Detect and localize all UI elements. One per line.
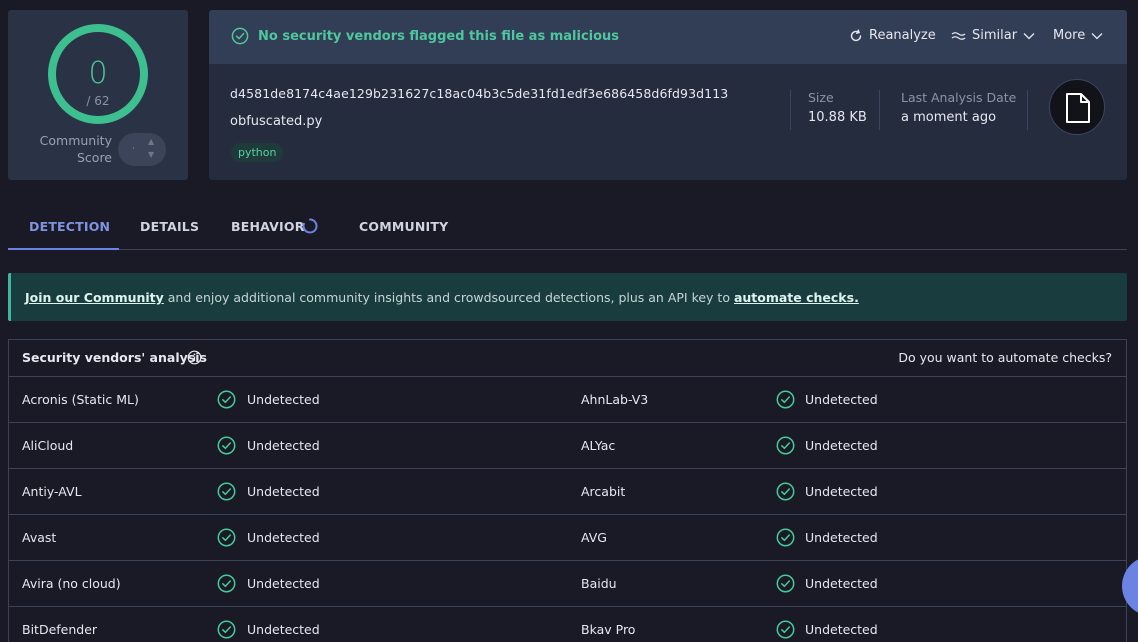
file-icon [1066, 93, 1090, 123]
detection-score-ring: 0 / 62 [48, 24, 148, 124]
vendor-result: Undetected [805, 622, 878, 637]
check-circle-icon [217, 436, 236, 455]
vendor-result: Undetected [805, 484, 878, 499]
size-label: Size [808, 90, 834, 105]
check-circle-icon [217, 390, 236, 409]
vendor-name[interactable]: Antiy-AVL [22, 484, 82, 499]
file-hash[interactable]: d4581de8174c4ae129b231627c18ac04b3c5de31… [230, 86, 728, 101]
automate-checks-prompt[interactable]: Do you want to automate checks? [898, 350, 1112, 365]
similar-button[interactable]: Similar [951, 28, 1035, 43]
last-analysis-value: a moment ago [901, 110, 997, 125]
vendors-table-header: Security vendors' analysis Do you want t… [9, 340, 1126, 377]
info-icon[interactable] [187, 350, 202, 365]
tab-details[interactable]: DETAILS [140, 219, 199, 234]
table-row: Avira (no cloud) Undetected Baidu Undetecte… [9, 561, 1126, 607]
more-label: More [1053, 28, 1086, 43]
banner-middle-text: and enjoy additional community insights … [163, 290, 734, 305]
meta-divider [1027, 90, 1028, 130]
table-row: Acronis (Static ML) Undetected AhnLab-V3 Un… [9, 377, 1126, 423]
vendor-name[interactable]: Baidu [581, 576, 617, 591]
vendor-result: Undetected [247, 622, 320, 637]
vendor-name[interactable]: ALYac [581, 438, 615, 453]
meta-divider [879, 90, 880, 130]
tab-behavior[interactable]: BEHAVIOR [231, 219, 305, 234]
check-circle-icon [776, 620, 795, 639]
check-circle-icon [217, 620, 236, 639]
vendor-result: Undetected [247, 392, 320, 407]
meta-divider [790, 90, 791, 130]
tab-detection[interactable]: DETECTION [29, 219, 110, 234]
join-community-link[interactable]: Join our Community [25, 290, 164, 305]
similar-label: Similar [972, 28, 1018, 43]
vendor-result: Undetected [247, 438, 320, 453]
community-banner: Join our Community and enjoy additional … [8, 273, 1127, 321]
table-row: BitDefender Undetected Bkav Pro Undetected [9, 607, 1126, 642]
vendor-name[interactable]: Acronis (Static ML) [22, 392, 139, 407]
file-info-card: No security vendors flagged this file as… [209, 10, 1127, 180]
community-score-label-line2: Score [76, 150, 112, 165]
vote-down-icon[interactable]: ▼ [148, 150, 154, 159]
vendors-table: Security vendors' analysis Do you want t… [8, 339, 1127, 642]
refresh-icon [850, 29, 862, 41]
check-circle-icon [231, 27, 249, 45]
more-button[interactable]: More [1053, 28, 1103, 43]
vendor-name[interactable]: AVG [581, 530, 607, 545]
chevron-down-icon [1023, 32, 1035, 39]
vote-up-icon[interactable]: ▲ [148, 137, 154, 146]
vendor-name[interactable]: Avira (no cloud) [22, 576, 121, 591]
check-circle-icon [217, 574, 236, 593]
vendor-name[interactable]: Arcabit [581, 484, 625, 499]
reanalyze-label: Reanalyze [869, 28, 936, 43]
tab-community[interactable]: COMMUNITY [359, 219, 448, 234]
detection-total: / 62 [86, 94, 110, 108]
check-circle-icon [776, 528, 795, 547]
vendor-result: Undetected [247, 484, 320, 499]
community-vote-widget[interactable]: · ▲ ▼ [118, 133, 166, 166]
report-tabs: DETECTION DETAILS BEHAVIOR COMMUNITY [8, 203, 1127, 250]
similar-icon [951, 31, 966, 40]
check-circle-icon [776, 574, 795, 593]
table-row: AliCloud Undetected ALYac Undetected [9, 423, 1126, 469]
detection-count: 0 [88, 56, 108, 91]
file-type-badge [1049, 79, 1105, 135]
verdict-text: No security vendors flagged this file as… [258, 29, 620, 44]
check-circle-icon [217, 528, 236, 547]
vendor-name[interactable]: Bkav Pro [581, 622, 635, 637]
automate-checks-link[interactable]: automate checks. [734, 290, 859, 305]
check-circle-icon [217, 482, 236, 501]
vendor-name[interactable]: BitDefender [22, 622, 97, 637]
community-score-card: 0 / 62 Community Score · ▲ ▼ [8, 10, 188, 180]
table-row: Avast Undetected AVG Undetected [9, 515, 1126, 561]
file-type-tag[interactable]: python [231, 143, 284, 162]
size-value: 10.88 KB [808, 110, 867, 125]
reanalyze-button[interactable]: Reanalyze [849, 28, 936, 43]
check-circle-icon [776, 436, 795, 455]
vendor-result: Undetected [247, 576, 320, 591]
vendors-title: Security vendors' analysis [22, 350, 207, 365]
vendor-result: Undetected [805, 392, 878, 407]
check-circle-icon [776, 482, 795, 501]
file-name: obfuscated.py [230, 114, 323, 129]
vendor-result: Undetected [805, 438, 878, 453]
vendor-name[interactable]: AliCloud [22, 438, 73, 453]
community-score-label-line1: Community [39, 133, 112, 148]
vendor-name[interactable]: AhnLab-V3 [581, 392, 648, 407]
vote-score: · [132, 144, 135, 154]
active-tab-indicator [8, 248, 119, 250]
community-score-label: Community Score [24, 132, 112, 166]
last-analysis-label: Last Analysis Date [901, 90, 1017, 105]
banner-text: Join our Community and enjoy additional … [25, 290, 859, 305]
vendor-result: Undetected [805, 530, 878, 545]
vendor-name[interactable]: Avast [22, 530, 56, 545]
loading-spinner-icon [302, 218, 318, 234]
check-circle-icon [776, 390, 795, 409]
table-row: Antiy-AVL Undetected Arcabit Undetected [9, 469, 1126, 515]
vendor-result: Undetected [247, 530, 320, 545]
verdict-header: No security vendors flagged this file as… [209, 10, 1127, 64]
chevron-down-icon [1091, 32, 1103, 39]
vendor-result: Undetected [805, 576, 878, 591]
